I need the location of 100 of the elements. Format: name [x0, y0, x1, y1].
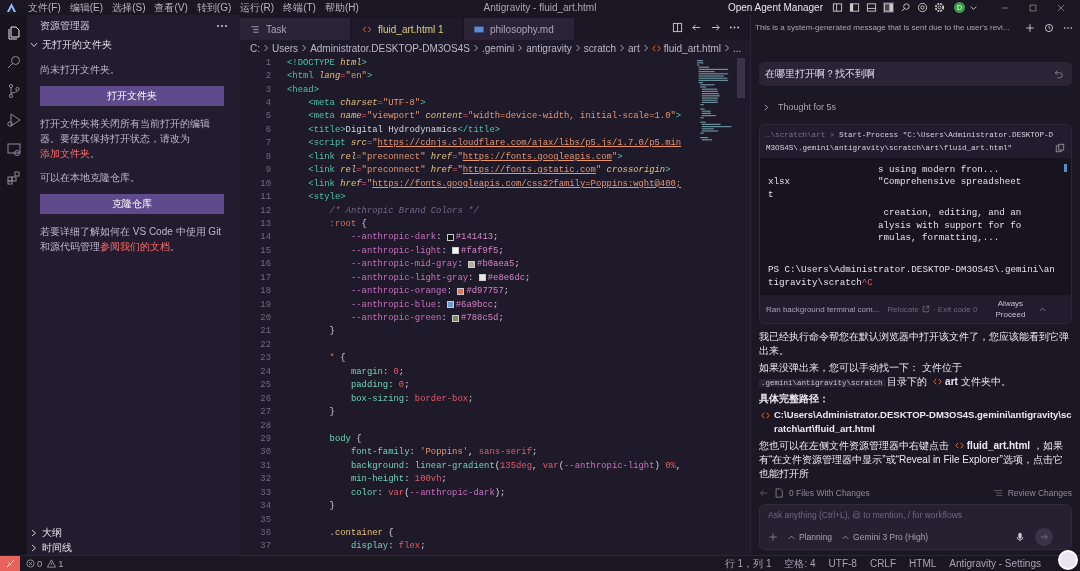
breadcrumb-item[interactable]: art: [628, 42, 640, 54]
thought-toggle[interactable]: Thought for 5s: [778, 102, 837, 112]
code-text: --anthropic-blue:: [349, 299, 443, 310]
extensions-icon[interactable]: [5, 170, 22, 186]
menu-item[interactable]: 编辑(E): [69, 0, 104, 15]
chevron-icon[interactable]: [763, 103, 770, 111]
line-number: 3: [264, 84, 271, 95]
menu-item[interactable]: 转到(G): [196, 0, 232, 15]
breadcrumb-item[interactable]: .gemini: [482, 42, 515, 54]
close-icon[interactable]: [1056, 2, 1066, 13]
logo-icon: [6, 2, 17, 13]
section-title[interactable]: 无打开的文件夹: [42, 37, 112, 52]
code-line: <title>Digital Hydrodynamics</title>: [307, 124, 501, 135]
forward-arrow-icon[interactable]: [710, 22, 721, 33]
status-item[interactable]: HTML: [909, 558, 937, 569]
clone-repo-button[interactable]: 克隆仓库: [40, 194, 224, 214]
status-item[interactable]: 行 1，列 1: [724, 556, 772, 571]
code-text: --anthropic-light:: [349, 245, 448, 256]
agent-manager-link[interactable]: Open Agent Manager: [727, 2, 823, 13]
breadcrumb-item[interactable]: Administrator.DESKTOP-DM3OS4S: [310, 42, 470, 54]
more-icon[interactable]: [216, 24, 228, 28]
editor-tab[interactable]: Task: [240, 18, 350, 40]
menu-item[interactable]: 查看(V): [154, 0, 188, 15]
editor-tab[interactable]: fluid_art.html 1: [352, 18, 462, 40]
color-swatch[interactable]: [452, 314, 460, 322]
undo-icon[interactable]: [1054, 69, 1064, 79]
color-swatch[interactable]: [446, 301, 454, 309]
sidebar-toggle-icon[interactable]: [849, 2, 860, 13]
copy-icon[interactable]: [1055, 143, 1065, 153]
settings-icon[interactable]: [934, 2, 945, 13]
panel-title: 资源管理器: [40, 19, 90, 33]
code-line: min-height: 100vh;: [349, 474, 447, 485]
search-icon[interactable]: [5, 54, 22, 70]
scrollbar[interactable]: [1064, 164, 1067, 172]
code-line: <style>: [307, 192, 346, 203]
code-text: #b0aea5;: [477, 259, 520, 270]
line-number: 10: [259, 178, 271, 189]
monitor-icon[interactable]: [5, 141, 22, 157]
error-icon[interactable]: [26, 559, 35, 568]
chevron-icon[interactable]: [30, 40, 38, 49]
plus-icon[interactable]: [768, 532, 778, 543]
panel-toggle-icon[interactable]: [866, 2, 877, 13]
back-arrow-icon[interactable]: [691, 22, 702, 33]
maximize-icon[interactable]: [1028, 2, 1038, 13]
model-dropdown[interactable]: Gemini 3 Pro (High): [842, 532, 929, 543]
external-link-icon[interactable]: [921, 305, 930, 314]
search-icon[interactable]: [900, 2, 911, 13]
file-link[interactable]: fluid_art.html: [951, 439, 1031, 451]
breadcrumb-item[interactable]: C:: [250, 42, 260, 54]
history-icon[interactable]: [1043, 22, 1054, 33]
section-title[interactable]: 大纲: [42, 525, 62, 540]
section-title[interactable]: 时间线: [42, 540, 72, 555]
text-link[interactable]: 添加文件夹: [40, 148, 90, 159]
status-item[interactable]: CRLF: [869, 558, 897, 569]
color-swatch[interactable]: [452, 247, 460, 255]
line-number: 28: [259, 420, 271, 431]
secondary-sidebar-icon[interactable]: [883, 2, 894, 13]
menu-item[interactable]: 运行(R): [240, 0, 275, 15]
color-swatch[interactable]: [457, 287, 465, 295]
code-text: #788c5d;: [461, 313, 504, 324]
editor-tab[interactable]: philosophy.md: [464, 18, 574, 40]
files-icon[interactable]: [5, 25, 22, 41]
open-folder-button[interactable]: 打开文件夹: [40, 86, 224, 106]
chat-input[interactable]: Ask anything (Ctrl+L), @ to mention, / for workflows Planning Gemini 3 Pro (High): [759, 504, 1072, 551]
code-line: color: var(--anthropic-dark);: [349, 487, 506, 498]
always-proceed-button[interactable]: Always Proceed: [993, 298, 1028, 321]
info-text: 尚未打开文件夹。: [40, 64, 120, 75]
menu-item[interactable]: 文件(F): [28, 0, 61, 15]
output-text: s using modern fron...: [878, 164, 1000, 175]
mode-dropdown[interactable]: Planning: [788, 532, 833, 543]
status-item[interactable]: UTF-8: [828, 558, 857, 569]
breadcrumb-item[interactable]: scratch: [583, 42, 617, 54]
menu-item[interactable]: 选择(S): [112, 0, 146, 15]
warning-count[interactable]: 1: [58, 558, 64, 569]
color-swatch[interactable]: [446, 233, 454, 241]
breadcrumb-item[interactable]: fluid_art.html: [663, 42, 721, 54]
warning-icon[interactable]: [47, 559, 57, 568]
color-swatch[interactable]: [468, 260, 476, 268]
split-editor-icon[interactable]: [672, 22, 683, 33]
text-link[interactable]: 参阅我们的文档: [100, 241, 170, 252]
play-bug-icon[interactable]: [5, 112, 22, 128]
breadcrumb-item[interactable]: antigravity: [526, 42, 572, 54]
status-item[interactable]: 空格: 4: [784, 556, 816, 571]
line-number: 12: [259, 205, 271, 216]
breadcrumb-item[interactable]: ...: [733, 42, 742, 54]
error-count[interactable]: 0: [37, 558, 43, 569]
review-changes-button[interactable]: Review Changes: [1007, 488, 1072, 499]
color-swatch[interactable]: [478, 274, 486, 282]
file-link[interactable]: C:\Users\Administrator.DESKTOP-DM3OS4S.gemini\antigravity\scratch\art\fluid_art.html: [774, 408, 1072, 437]
menu-item[interactable]: 终端(T): [283, 0, 316, 15]
scrollbar[interactable]: [737, 58, 745, 98]
chevron-icon[interactable]: [30, 528, 38, 537]
menu-item[interactable]: 帮助(H): [324, 0, 359, 15]
status-item[interactable]: Antigravity - Settings: [949, 558, 1041, 569]
file-link[interactable]: art: [930, 375, 958, 387]
chevron-icon[interactable]: [30, 543, 38, 552]
chevron-up-icon[interactable]: [1039, 305, 1047, 313]
microphone-icon[interactable]: [1015, 532, 1025, 543]
layout-icon[interactable]: [832, 2, 843, 13]
breadcrumb-item[interactable]: Users: [272, 42, 299, 54]
